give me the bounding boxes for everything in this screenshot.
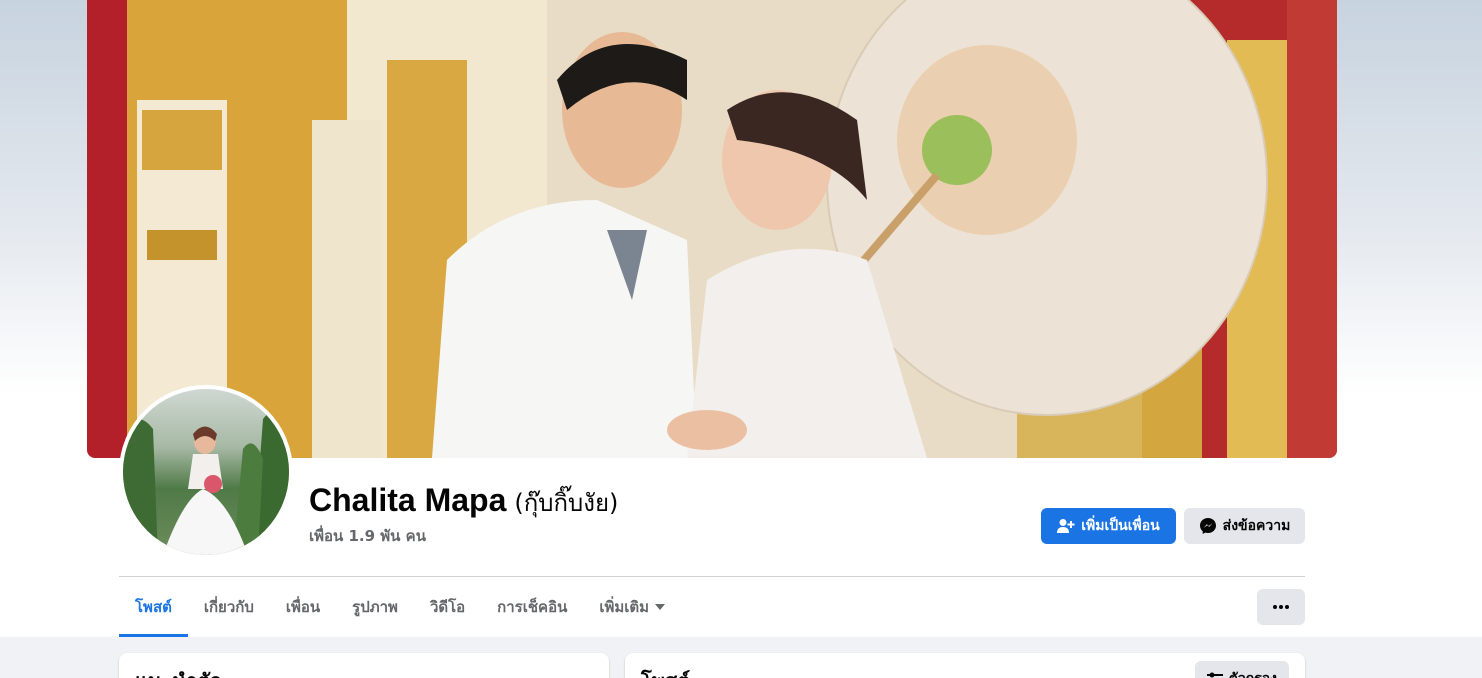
tab-videos-label: วิดีโอ bbox=[429, 598, 466, 616]
tab-videos[interactable]: วิดีโอ bbox=[414, 577, 481, 637]
messenger-icon bbox=[1199, 518, 1216, 534]
tab-checkins[interactable]: การเช็คอิน bbox=[481, 577, 583, 637]
ellipsis-icon bbox=[1273, 605, 1289, 609]
tab-more-label: เพิ่มเติม bbox=[599, 598, 650, 616]
avatar-illustration bbox=[123, 411, 289, 555]
profile-alternate-name: (กุ๊บกิ๊บงัย) bbox=[514, 489, 619, 517]
tab-friends[interactable]: เพื่อน bbox=[270, 577, 336, 637]
message-label: ส่งข้อความ bbox=[1222, 518, 1291, 534]
tab-about[interactable]: เกี่ยวกับ bbox=[188, 577, 270, 637]
profile-name-row: Chalita Mapa (กุ๊บกิ๊บงัย) bbox=[309, 482, 618, 522]
add-friend-button[interactable]: เพิ่มเป็นเพื่อน bbox=[1041, 508, 1176, 544]
avatar-image bbox=[123, 389, 289, 555]
tab-posts-label: โพสต์ bbox=[135, 598, 172, 616]
tab-more[interactable]: เพิ่มเติม bbox=[583, 577, 681, 637]
cover-photo[interactable] bbox=[87, 0, 1337, 458]
profile-tabs: โพสต์ เกี่ยวกับ เพื่อน รูปภาพ วิดีโอ การ… bbox=[119, 577, 681, 637]
more-options-button[interactable] bbox=[1257, 589, 1305, 625]
person-plus-icon bbox=[1057, 519, 1075, 533]
profile-name: Chalita Mapa bbox=[309, 482, 507, 518]
tab-photos[interactable]: รูปภาพ bbox=[336, 577, 414, 637]
tab-about-label: เกี่ยวกับ bbox=[203, 598, 254, 616]
caret-down-icon bbox=[655, 604, 666, 610]
filter-label: ตัวกรอง bbox=[1229, 668, 1277, 678]
filter-button[interactable]: ตัวกรอง bbox=[1194, 661, 1289, 678]
message-button[interactable]: ส่งข้อความ bbox=[1184, 508, 1305, 544]
intro-card-title: แนะนำตัว bbox=[135, 665, 221, 678]
cover-photo-illustration bbox=[137, 0, 1337, 458]
posts-card-title: โพสต์ bbox=[641, 665, 690, 678]
profile-avatar[interactable] bbox=[119, 385, 293, 559]
add-friend-label: เพิ่มเป็นเพื่อน bbox=[1081, 518, 1160, 534]
tab-checkins-label: การเช็คอิน bbox=[497, 598, 568, 616]
tab-photos-label: รูปภาพ bbox=[352, 598, 398, 616]
sliders-icon bbox=[1206, 672, 1223, 678]
profile-page: Chalita Mapa (กุ๊บกิ๊บงัย) เพื่อน 1.9 พั… bbox=[0, 0, 1482, 678]
friends-count-link[interactable]: เพื่อน 1.9 พัน คน bbox=[309, 524, 426, 548]
tab-posts[interactable]: โพสต์ bbox=[119, 577, 188, 637]
tab-friends-label: เพื่อน bbox=[285, 598, 321, 616]
intro-card: แนะนำตัว bbox=[119, 653, 609, 678]
posts-card: โพสต์ ตัวกรอง bbox=[625, 653, 1305, 678]
